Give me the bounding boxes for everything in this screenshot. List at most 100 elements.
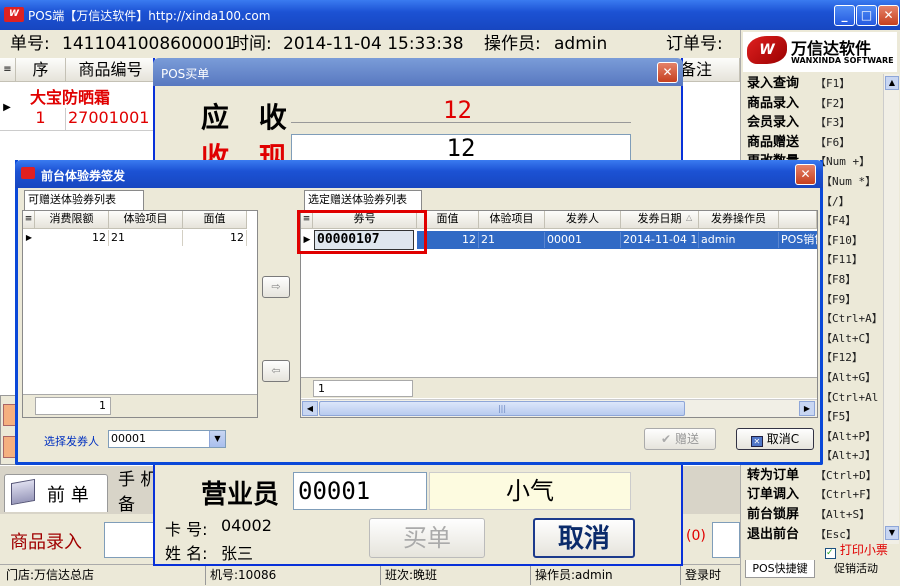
gift-button-label: 赠送 xyxy=(674,432,699,446)
left-cell-limit[interactable]: 12 xyxy=(35,230,109,246)
col-code[interactable]: 商品编号 xyxy=(66,58,156,82)
left-col-limit[interactable]: 消费限额 xyxy=(35,211,109,229)
issuer-select-value: 00001 xyxy=(111,432,146,445)
dropdown-arrow-icon[interactable]: ▼ xyxy=(209,431,225,447)
voucher-dialog: 前台体验券签发 ✕ 可赠送体验券列表 ≡ 消费限额 体验项目 面值 ▶ 12 2… xyxy=(15,160,823,465)
scroll-right-icon[interactable]: ▶ xyxy=(799,401,815,416)
close-button[interactable]: ✕ xyxy=(878,5,899,26)
gift-button[interactable]: ✔ 赠送 xyxy=(644,428,716,450)
left-footer-count: 1 xyxy=(35,397,111,415)
card-value: 04002 xyxy=(221,516,272,535)
tab-promotions[interactable]: 促销活动 xyxy=(821,560,891,578)
right-col-extra xyxy=(779,211,817,229)
tab-front-order[interactable]: 前 单 xyxy=(4,474,108,512)
shortcut-item[interactable]: 前台锁屏 【Alt+S】 xyxy=(747,505,883,525)
tab-front-order-label: 前 单 xyxy=(47,485,89,506)
shortcut-scrollbar[interactable]: ▲ ▼ xyxy=(883,74,899,544)
voucher-dialog-titlebar: 前台体验券签发 ✕ xyxy=(15,160,823,188)
extra-input[interactable] xyxy=(712,522,740,558)
right-tab[interactable]: 选定赠送体验券列表 xyxy=(304,190,422,210)
due-value: 12 xyxy=(443,96,472,124)
voucher-cancel-label: 取消C xyxy=(766,432,800,446)
status-machine: 机号:10086 xyxy=(205,565,276,585)
shortcut-item[interactable]: 转为订单 【Ctrl+D】 xyxy=(747,466,883,486)
status-bar: 门店:万信达总店 机号:10086 班次:晚班 操作员:admin 登录时 xyxy=(0,564,740,586)
shortcut-key: 【Alt+G】 xyxy=(821,370,877,384)
voucher-cancel-button[interactable]: ✕ 取消C xyxy=(736,428,814,450)
right-col-item[interactable]: 体验项目 xyxy=(479,211,545,229)
tab-pos-shortcuts[interactable]: POS快捷键 xyxy=(745,560,815,578)
highlight-box xyxy=(297,210,427,254)
shortcut-key: 【Alt+C】 xyxy=(821,331,877,345)
sort-asc-icon: △ xyxy=(686,213,693,222)
row-code[interactable]: 27001001 xyxy=(66,108,156,130)
right-hscrollbar[interactable]: ◀ ||| ▶ xyxy=(301,399,817,417)
shortcut-key: 【F10】 xyxy=(821,233,863,247)
scroll-down-icon[interactable]: ▼ xyxy=(885,526,899,540)
due-label: 应 收 xyxy=(201,101,297,134)
left-cell-item[interactable]: 21 xyxy=(109,230,183,246)
shortcut-label: 订单调入 xyxy=(747,487,800,503)
left-footer: 1 xyxy=(23,394,257,417)
right-footer-count: 1 xyxy=(313,380,413,397)
shortcut-item[interactable]: 商品录入 【F2】 xyxy=(747,94,883,114)
shortcut-label: 前台锁屏 xyxy=(747,507,800,523)
shortcut-item[interactable]: 商品赠送 【F6】 xyxy=(747,133,883,153)
right-col-issuer[interactable]: 发券人 xyxy=(545,211,621,229)
col-index[interactable]: 序 xyxy=(16,58,66,82)
left-grid[interactable]: ≡ 消费限额 体验项目 面值 ▶ 12 21 12 1 xyxy=(22,210,258,418)
shortcut-label: 转为订单 xyxy=(747,467,800,483)
buy-dialog-close-button[interactable]: ✕ xyxy=(657,62,678,83)
print-receipt-check[interactable]: ✓ 打印小票 xyxy=(825,541,888,559)
issuer-select[interactable]: 00001 ▼ xyxy=(108,430,226,448)
move-right-button[interactable]: ⇨ xyxy=(262,276,290,298)
zero-count: (0) xyxy=(686,528,706,544)
right-cell-issuer[interactable]: 00001 xyxy=(545,232,621,248)
time-value: 2014-11-04 15:33:38 xyxy=(283,34,464,54)
cancel-button[interactable]: 取消 xyxy=(533,518,635,558)
voucher-dialog-close-button[interactable]: ✕ xyxy=(795,164,816,185)
col-remark[interactable]: 备注 xyxy=(676,58,740,82)
left-col-item[interactable]: 体验项目 xyxy=(109,211,183,229)
shortcut-label: 会员录入 xyxy=(747,115,800,131)
right-footer: 1 xyxy=(301,377,817,398)
shortcut-key: 【Ctrl+F】 xyxy=(815,488,877,502)
row-index[interactable]: 1 xyxy=(16,108,66,130)
time-label: 时间: xyxy=(232,34,272,54)
left-tab[interactable]: 可赠送体验券列表 xyxy=(24,190,144,210)
salesman-input[interactable]: 00001 xyxy=(293,472,427,510)
buy-button[interactable]: 买单 xyxy=(369,518,485,558)
order-book-icon xyxy=(11,478,35,506)
shortcut-key: 【Ctrl+A】 xyxy=(821,312,883,326)
shortcut-key: 【Alt+P】 xyxy=(821,429,877,443)
scroll-thumb[interactable]: ||| xyxy=(319,401,685,416)
remark-label: 备 xyxy=(118,495,135,515)
maximize-button[interactable]: □ xyxy=(856,5,877,26)
app-logo-icon: W xyxy=(4,7,24,22)
shortcut-label: 录入查询 xyxy=(747,76,800,91)
right-cell-item[interactable]: 21 xyxy=(479,232,545,248)
checkbox-icon[interactable]: ✓ xyxy=(825,548,836,559)
minimize-button[interactable]: _ xyxy=(834,5,855,26)
status-shift: 班次:晚班 xyxy=(380,565,437,585)
operator-value: admin xyxy=(554,34,608,54)
move-left-button[interactable]: ⇦ xyxy=(262,360,290,382)
product-entry-input[interactable] xyxy=(104,522,158,558)
scroll-left-icon[interactable]: ◀ xyxy=(302,401,318,416)
shortcut-item[interactable]: 会员录入 【F3】 xyxy=(747,113,883,133)
right-col-operator[interactable]: 发券操作员 xyxy=(699,211,779,229)
status-login: 登录时 xyxy=(680,565,721,585)
right-cell-date[interactable]: 2014-11-04 15: xyxy=(621,232,699,248)
buy-dialog-titlebar: POS买单 ✕ xyxy=(153,58,683,86)
shortcut-key: 【Num +】 xyxy=(815,155,871,169)
right-cell-extra[interactable]: POS销售 xyxy=(779,232,817,248)
main-titlebar: W POS端【万信达软件】http://xinda100.com _ □ ✕ xyxy=(0,0,900,30)
scroll-up-icon[interactable]: ▲ xyxy=(885,76,899,90)
row-pointer-icon: ▶ xyxy=(3,102,11,113)
left-cell-face[interactable]: 12 xyxy=(183,230,247,246)
product-name: 大宝防晒霜 xyxy=(30,88,111,107)
shortcut-item[interactable]: 录入查询 【F1】 xyxy=(747,74,883,94)
right-cell-operator[interactable]: admin xyxy=(699,232,779,248)
shortcut-item[interactable]: 订单调入 【Ctrl+F】 xyxy=(747,485,883,505)
left-col-face[interactable]: 面值 xyxy=(183,211,247,229)
